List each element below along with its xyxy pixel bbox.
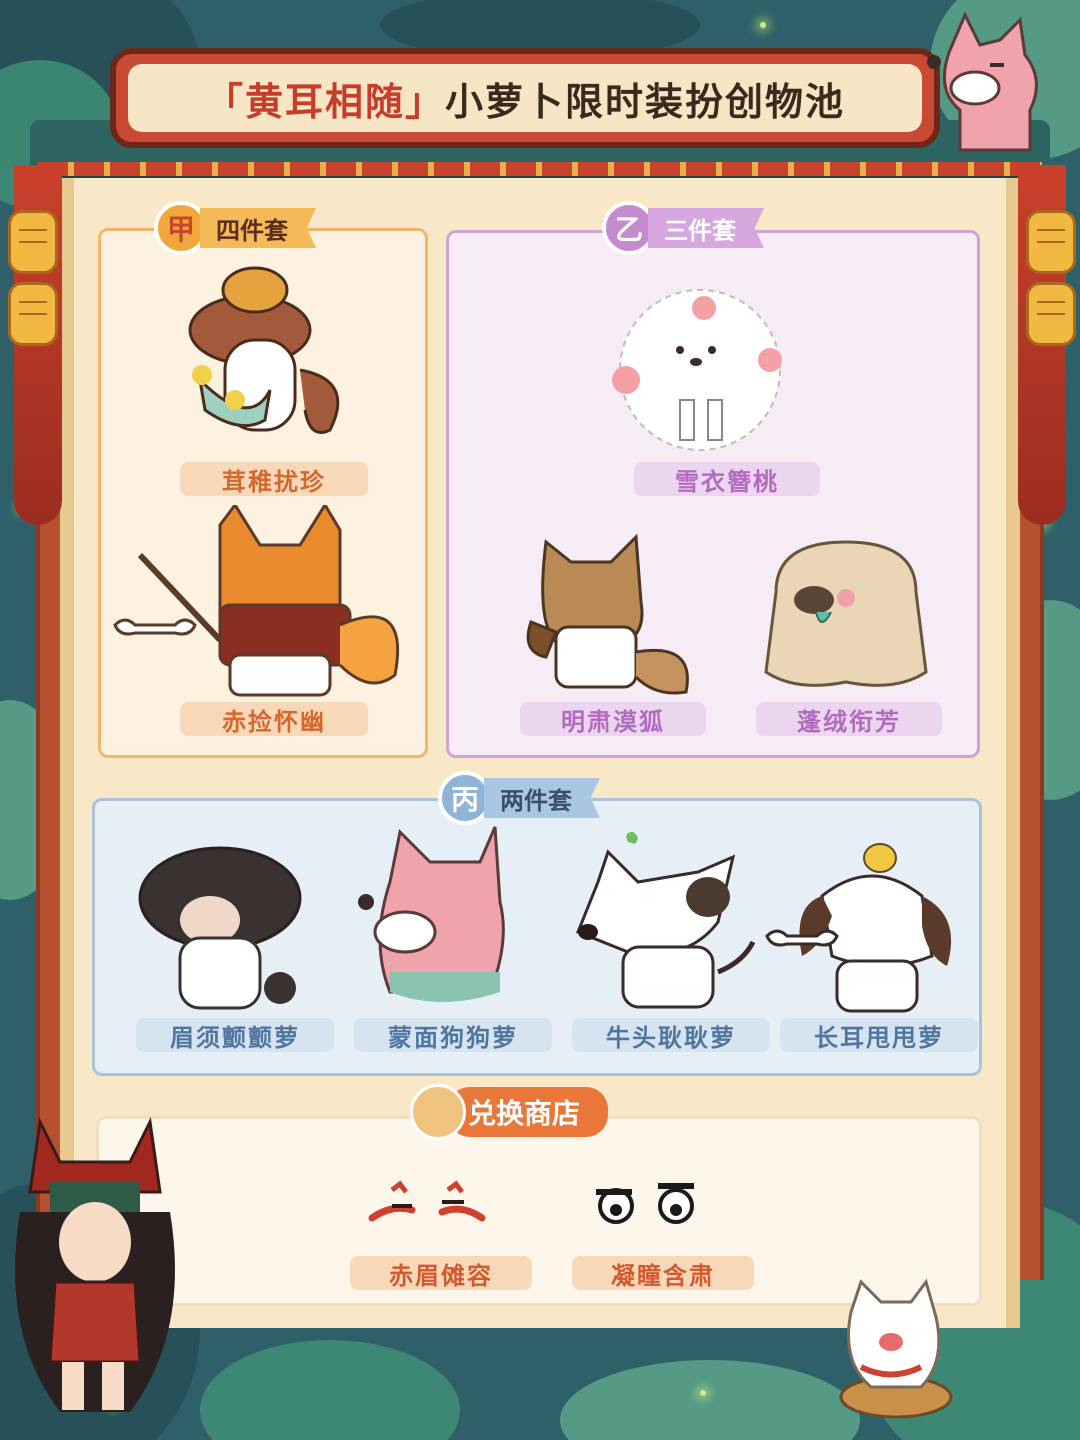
- item-label: 茸稚扰珍: [180, 462, 368, 496]
- exchange-shop-tag: 兑换商店: [410, 1084, 609, 1140]
- costume-desert-fox[interactable]: [516, 532, 696, 702]
- set-yi-tag: 乙 三件套: [602, 201, 764, 255]
- costume-bull-head-dog[interactable]: [568, 832, 758, 1018]
- costume-long-ear-dog[interactable]: [762, 836, 962, 1018]
- pink-dog-mascot: [927, 11, 1038, 152]
- item-label: 雪衣簪桃: [634, 462, 820, 496]
- item-label: 赤捡怀幽: [180, 702, 368, 736]
- costume-masked-dog[interactable]: [350, 822, 530, 1018]
- set-yi-badge: 乙: [602, 201, 656, 255]
- page-title: 「黄耳相随」 小萝卜限时装扮创物池: [128, 64, 922, 132]
- item-label: 长耳甩甩萝: [780, 1018, 978, 1052]
- item-label: 蒙面狗狗萝: [354, 1018, 552, 1052]
- lantern-icon: [8, 210, 58, 274]
- costume-red-fox[interactable]: [110, 505, 410, 705]
- set-bing-badge: 丙: [438, 771, 492, 825]
- title-suffix: 小萝卜限时装扮创物池: [445, 79, 846, 124]
- dog-icon: [410, 1084, 466, 1140]
- costume-chick-dog[interactable]: [180, 260, 360, 460]
- face-paint-stern-eyes[interactable]: [586, 1176, 716, 1236]
- set-jia-name: 四件套: [200, 208, 316, 248]
- item-label: 赤眉傩容: [350, 1256, 532, 1290]
- item-label: 牛头耿耿萝: [572, 1018, 770, 1052]
- title-prefix: 「黄耳相随」: [204, 79, 445, 124]
- title-plaque: 「黄耳相随」 小萝卜限时装扮创物池: [110, 48, 940, 148]
- costume-snow-peach[interactable]: [600, 280, 800, 460]
- face-paint-red-brow[interactable]: [362, 1176, 492, 1236]
- set-jia-badge: 甲: [154, 201, 208, 255]
- set-jia-tag: 甲 四件套: [154, 201, 316, 255]
- lantern-icon: [8, 282, 58, 346]
- set-bing-name: 两件套: [484, 778, 600, 818]
- girl-character: [15, 1117, 175, 1412]
- item-label: 凝瞳含肃: [572, 1256, 754, 1290]
- lantern-icon: [1026, 210, 1076, 274]
- roof-trim: [38, 162, 1042, 176]
- lantern-icon: [1026, 282, 1076, 346]
- samoyed-character: [839, 1278, 953, 1419]
- item-label: 明肃漠狐: [520, 702, 706, 736]
- costume-whisker-dog[interactable]: [130, 838, 310, 1018]
- costume-fluffy-petal[interactable]: [756, 532, 936, 702]
- item-label: 蓬绒衔芳: [756, 702, 942, 736]
- set-bing-tag: 丙 两件套: [438, 771, 600, 825]
- set-yi-name: 三件套: [648, 208, 764, 248]
- item-label: 眉须颤颤萝: [136, 1018, 334, 1052]
- exchange-shop-title: 兑换商店: [448, 1087, 609, 1137]
